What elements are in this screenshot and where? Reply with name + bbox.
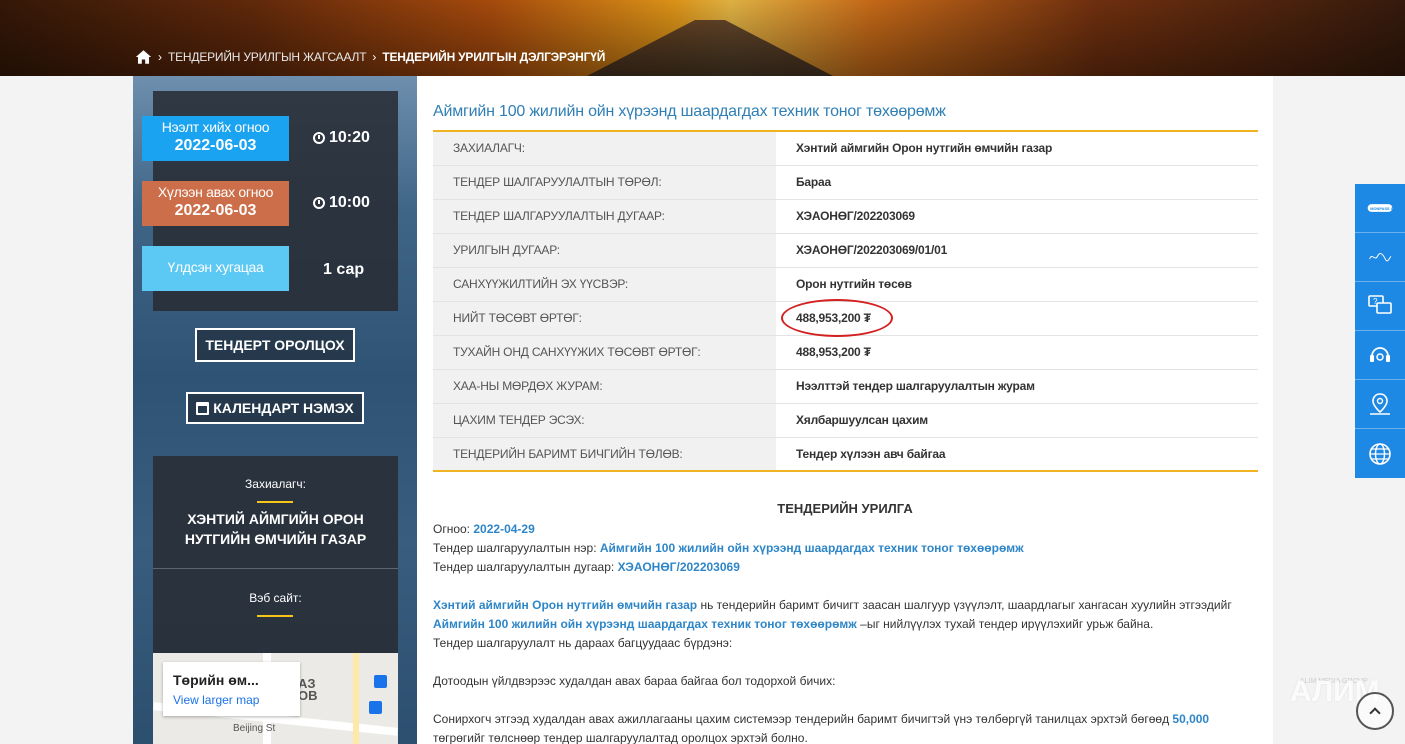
info-row: ТЕНДЕР ШАЛГАРУУЛАЛТЫН ТӨРӨЛ: Бараа xyxy=(433,165,1258,200)
invitation-paragraph-2: Тендер шалгаруулалт нь дараах багцуудаас… xyxy=(433,636,733,650)
calendar-icon xyxy=(196,401,210,415)
view-larger-map-link[interactable]: View larger map xyxy=(173,693,290,707)
info-row-key: ЦАХИМ ТЕНДЕР ЭСЭХ: xyxy=(433,403,776,438)
remaining-value: 1 сар xyxy=(323,261,365,278)
info-row: ХАА-НЫ МӨРДӨХ ЖУРАМ: Нээлттэй тендер шалг… xyxy=(433,369,1258,404)
breadcrumb: › ТЕНДЕРИЙН УРИЛГЫН ЖАГСААЛТ › ТЕНДЕРИЙН… xyxy=(135,49,605,65)
map-label: АЗ ОВ xyxy=(298,676,318,703)
home-icon[interactable] xyxy=(135,49,152,65)
receive-time: 10:00 xyxy=(313,194,370,212)
chevron-right-icon: › xyxy=(372,50,377,64)
info-row: ТЕНДЕРИЙН БАРИМТ БИЧГИЙН ТӨЛӨВ: Тендер хү… xyxy=(433,437,1258,471)
sidebar: Нээлт хийх огноо 2022-06-03 10:20 Хүлээн… xyxy=(133,76,417,744)
total-budget-highlight: 488,953,200 ₮ xyxy=(781,299,893,337)
info-row-key: ТЕНДЕРИЙН БАРИМТ БИЧГИЙН ТӨЛӨВ: xyxy=(433,437,776,471)
invitation-number-value: ХЭАОНӨГ/202203069 xyxy=(617,560,740,574)
map-place-card: Төрийн өм... View larger map xyxy=(163,662,300,716)
info-row-value: Нээлттэй тендер шалгаруулалтын журам xyxy=(776,369,1258,404)
location-map[interactable]: АЗ ОВ Beijing St Төрийн өм... View larger… xyxy=(153,653,398,744)
info-row: ЗАХИАЛАГЧ: Хэнтий аймгийн Орон нутгийн өм… xyxy=(433,131,1258,166)
road-image xyxy=(560,20,860,76)
map-street xyxy=(353,653,359,744)
info-row-value: Тендер хүлээн авч байгаа xyxy=(796,446,946,461)
website-underline xyxy=(257,615,293,617)
support-headset-icon[interactable] xyxy=(1355,331,1405,380)
chevron-right-icon: › xyxy=(158,50,162,64)
invitation-paragraph-4: Сонирхогч этгээд худалдан авах ажиллагаа… xyxy=(433,712,1210,744)
invitation-date-value: 2022-04-29 xyxy=(473,522,535,536)
receive-date-label: Хүлээн авах огноо xyxy=(157,184,274,200)
info-row-key: САНХҮҮЖИЛТИЙН ЭХ ҮҮСВЭР: xyxy=(433,267,776,302)
faq-chat-icon[interactable]: ? xyxy=(1355,282,1405,331)
info-row-value: Хялбаршуулсан цахим xyxy=(776,403,1258,438)
bus-stop-icon xyxy=(369,701,382,714)
info-row-value: 488,953,200 ₮ xyxy=(776,335,1258,370)
open-time-value: 10:20 xyxy=(329,129,370,146)
invitation-name-value: Аймгийн 100 жилийн ойн хүрээнд шаардагда… xyxy=(599,541,1024,555)
svg-text:MONPASS CA: MONPASS CA xyxy=(1370,206,1393,211)
info-row-key: ЗАХИАЛАГЧ: xyxy=(433,131,776,166)
remaining-box: Үлдсэн хугацаа xyxy=(142,246,289,291)
breadcrumb-tender-detail: ТЕНДЕРИЙН УРИЛГЫН ДЭЛГЭРЭНГҮЙ xyxy=(382,50,606,64)
bus-stop-icon xyxy=(374,675,387,688)
scroll-to-top-button[interactable] xyxy=(1356,692,1394,730)
receive-date-value: 2022-06-03 xyxy=(174,202,257,219)
info-row: ЦАХИМ ТЕНДЕР ЭСЭХ: Хялбаршуулсан цахим xyxy=(433,403,1258,438)
treasury-signature-icon[interactable] xyxy=(1355,233,1405,282)
open-time: 10:20 xyxy=(313,129,370,147)
info-row: УРИЛГЫН ДУГААР: ХЭАОНӨГ/202203069/01/01 xyxy=(433,233,1258,268)
info-row: САНХҮҮЖИЛТИЙН ЭХ ҮҮСВЭР: Орон нутгийн төс… xyxy=(433,267,1258,302)
location-pin-icon[interactable] xyxy=(1355,380,1405,429)
website-label: Вэб сайт: xyxy=(249,591,302,605)
clock-icon xyxy=(313,132,325,144)
clock-icon xyxy=(313,197,325,209)
map-place-title: Төрийн өм... xyxy=(173,672,259,688)
info-row-value: ХЭАОНӨГ/202203069 xyxy=(776,199,1258,234)
open-date-box: Нээлт хийх огноо 2022-06-03 xyxy=(142,116,289,161)
info-row: ТУХАЙН ОНД САНХҮҮЖИХ ТӨСӨВТ ӨРТӨГ: 488,95… xyxy=(433,335,1258,370)
customer-label: Захиалагч: xyxy=(245,477,306,491)
map-street-label: Beijing St xyxy=(233,723,276,734)
add-to-calendar-button[interactable]: КАЛЕНДАРТ НЭМЭХ xyxy=(186,392,364,424)
open-date-label: Нээлт хийх огноо xyxy=(161,119,270,135)
receive-time-value: 10:00 xyxy=(329,194,370,211)
main-content: Аймгийн 100 жилийн ойн хүрээнд шаардагда… xyxy=(417,76,1273,744)
open-date-value: 2022-06-03 xyxy=(174,137,257,154)
remaining-label: Үлдсэн хугацаа xyxy=(167,259,264,275)
svg-text:?: ? xyxy=(1373,297,1378,306)
info-row: ТЕНДЕР ШАЛГАРУУЛАЛТЫН ДУГААР: ХЭАОНӨГ/202… xyxy=(433,199,1258,234)
invitation-title: ТЕНДЕРИЙН УРИЛГА xyxy=(777,501,913,516)
info-row-value: Бараа xyxy=(776,165,1258,200)
floating-toolbar: MONPASS CA ? xyxy=(1355,184,1405,478)
info-row-value: Хэнтий аймгийн Орон нутгийн өмчийн газар xyxy=(776,131,1258,166)
invitation-paragraph-3: Дотоодын үйлдвэрээс худалдан авах бараа … xyxy=(433,674,836,688)
invitation-paragraph-1: Хэнтий аймгийн Орон нутгийн өмчийн газар… xyxy=(433,598,1232,631)
info-row-value: ХЭАОНӨГ/202203069/01/01 xyxy=(776,233,1258,268)
info-row-key: НИЙТ ТӨСӨВТ ӨРТӨГ: xyxy=(433,301,776,336)
info-row: НИЙТ ТӨСӨВТ ӨРТӨГ: 488,953,200 ₮ xyxy=(433,299,1258,337)
participate-button[interactable]: ТЕНДЕРТ ОРОЛЦОХ xyxy=(195,328,355,362)
monpass-icon[interactable]: MONPASS CA xyxy=(1355,184,1405,233)
info-row-key: ТЕНДЕР ШАЛГАРУУЛАЛТЫН ДУГААР: xyxy=(433,199,776,234)
info-row-value: Орон нутгийн төсөв xyxy=(776,267,1258,302)
globe-icon[interactable] xyxy=(1355,429,1405,478)
invitation-name: Тендер шалгаруулалтын нэр: Аймгийн 100 ж… xyxy=(433,541,1024,555)
invitation-body: Огноо: 2022-04-29 Тендер шалгаруулалтын … xyxy=(433,520,1253,744)
divider xyxy=(153,568,398,569)
info-row-key: ТЕНДЕР ШАЛГАРУУЛАЛТЫН ТӨРӨЛ: xyxy=(433,165,776,200)
tender-title: Аймгийн 100 жилийн ойн хүрээнд шаардагда… xyxy=(433,103,946,120)
hero-banner: › ТЕНДЕРИЙН УРИЛГЫН ЖАГСААЛТ › ТЕНДЕРИЙН… xyxy=(0,0,1405,76)
info-row-key: УРИЛГЫН ДУГААР: xyxy=(433,233,776,268)
tender-info-table: ЗАХИАЛАГЧ: Хэнтий аймгийн Орон нутгийн өм… xyxy=(433,130,1258,472)
customer-name: ХЭНТИЙ АЙМГИЙН ОРОН НУТГИЙН ӨМЧИЙН ГАЗАР xyxy=(184,511,367,547)
info-row-key: ХАА-НЫ МӨРДӨХ ЖУРАМ: xyxy=(433,369,776,404)
receive-date-box: Хүлээн авах огноо 2022-06-03 xyxy=(142,181,289,226)
info-row-key: ТУХАЙН ОНД САНХҮҮЖИХ ТӨСӨВТ ӨРТӨГ: xyxy=(433,335,776,370)
info-row-value: 488,953,200 ₮ xyxy=(776,299,1258,337)
add-to-calendar-label: КАЛЕНДАРТ НЭМЭХ xyxy=(213,400,354,416)
invitation-date: Огноо: 2022-04-29 xyxy=(433,522,535,536)
customer-underline xyxy=(257,501,293,503)
breadcrumb-tender-list[interactable]: ТЕНДЕРИЙН УРИЛГЫН ЖАГСААЛТ xyxy=(168,50,367,64)
invitation-number: Тендер шалгаруулалтын дугаар: ХЭАОНӨГ/20… xyxy=(433,560,740,574)
